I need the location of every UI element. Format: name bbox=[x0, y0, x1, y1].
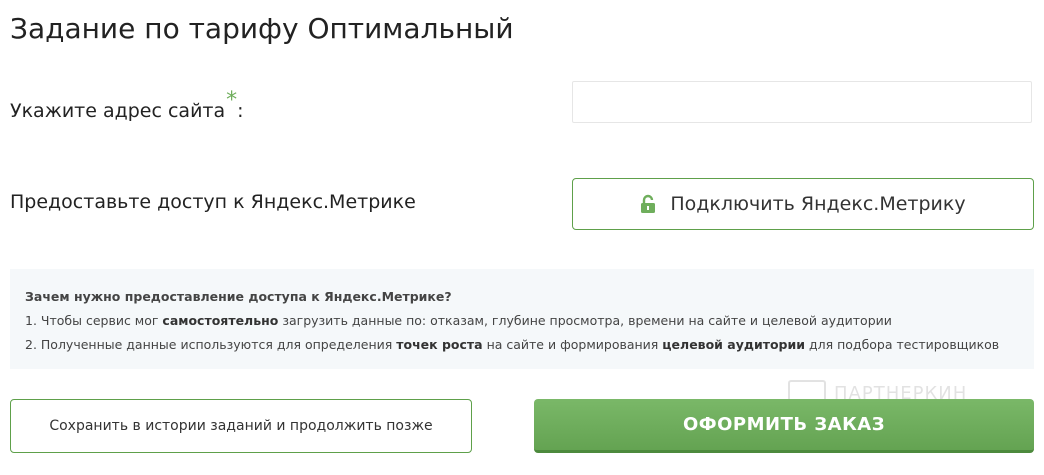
connect-metrika-button[interactable]: Подключить Яндекс.Метрику bbox=[572, 178, 1034, 230]
order-form-page: Задание по тарифу Оптимальный Укажите ад… bbox=[0, 0, 1044, 475]
lock-icon bbox=[641, 194, 656, 213]
info-question: Зачем нужно предоставление доступа к Янд… bbox=[25, 289, 452, 304]
metrika-access-label: Предоставьте доступ к Яндекс.Метрике bbox=[10, 191, 416, 213]
site-url-input[interactable] bbox=[572, 81, 1032, 123]
info-line-2-text: 2. Полученные данные используются для оп… bbox=[25, 337, 397, 352]
info-line-2-bold-2: целевой аудитории bbox=[662, 337, 806, 352]
place-order-button[interactable]: ОФОРМИТЬ ЗАКАЗ bbox=[534, 399, 1034, 453]
url-label-text: Укажите адрес сайта bbox=[10, 100, 226, 122]
required-asterisk: * bbox=[226, 88, 238, 113]
info-line-2-middle: на сайте и формирования bbox=[482, 337, 663, 352]
info-line-2-bold-1: точек роста bbox=[396, 337, 483, 352]
save-draft-button[interactable]: Сохранить в истории заданий и продолжить… bbox=[10, 399, 472, 453]
info-line-2: 2. Полученные данные используются для оп… bbox=[25, 333, 1034, 357]
info-line-1: 1. Чтобы сервис мог самостоятельно загру… bbox=[25, 309, 1034, 333]
connect-metrika-label: Подключить Яндекс.Метрику bbox=[670, 193, 966, 215]
info-line-1-text: 1. Чтобы сервис мог bbox=[25, 313, 163, 328]
url-field-label: Укажите адрес сайта*: bbox=[10, 88, 244, 123]
info-line-2-suffix: для подбора тестировщиков bbox=[805, 337, 1000, 352]
info-line-1-bold: самостоятельно bbox=[162, 313, 279, 328]
metrika-info-box: Зачем нужно предоставление доступа к Янд… bbox=[10, 269, 1034, 369]
page-title: Задание по тарифу Оптимальный bbox=[10, 12, 514, 45]
url-label-colon: : bbox=[237, 100, 244, 122]
info-line-1-suffix: загрузить данные по: отказам, глубине пр… bbox=[278, 313, 892, 328]
